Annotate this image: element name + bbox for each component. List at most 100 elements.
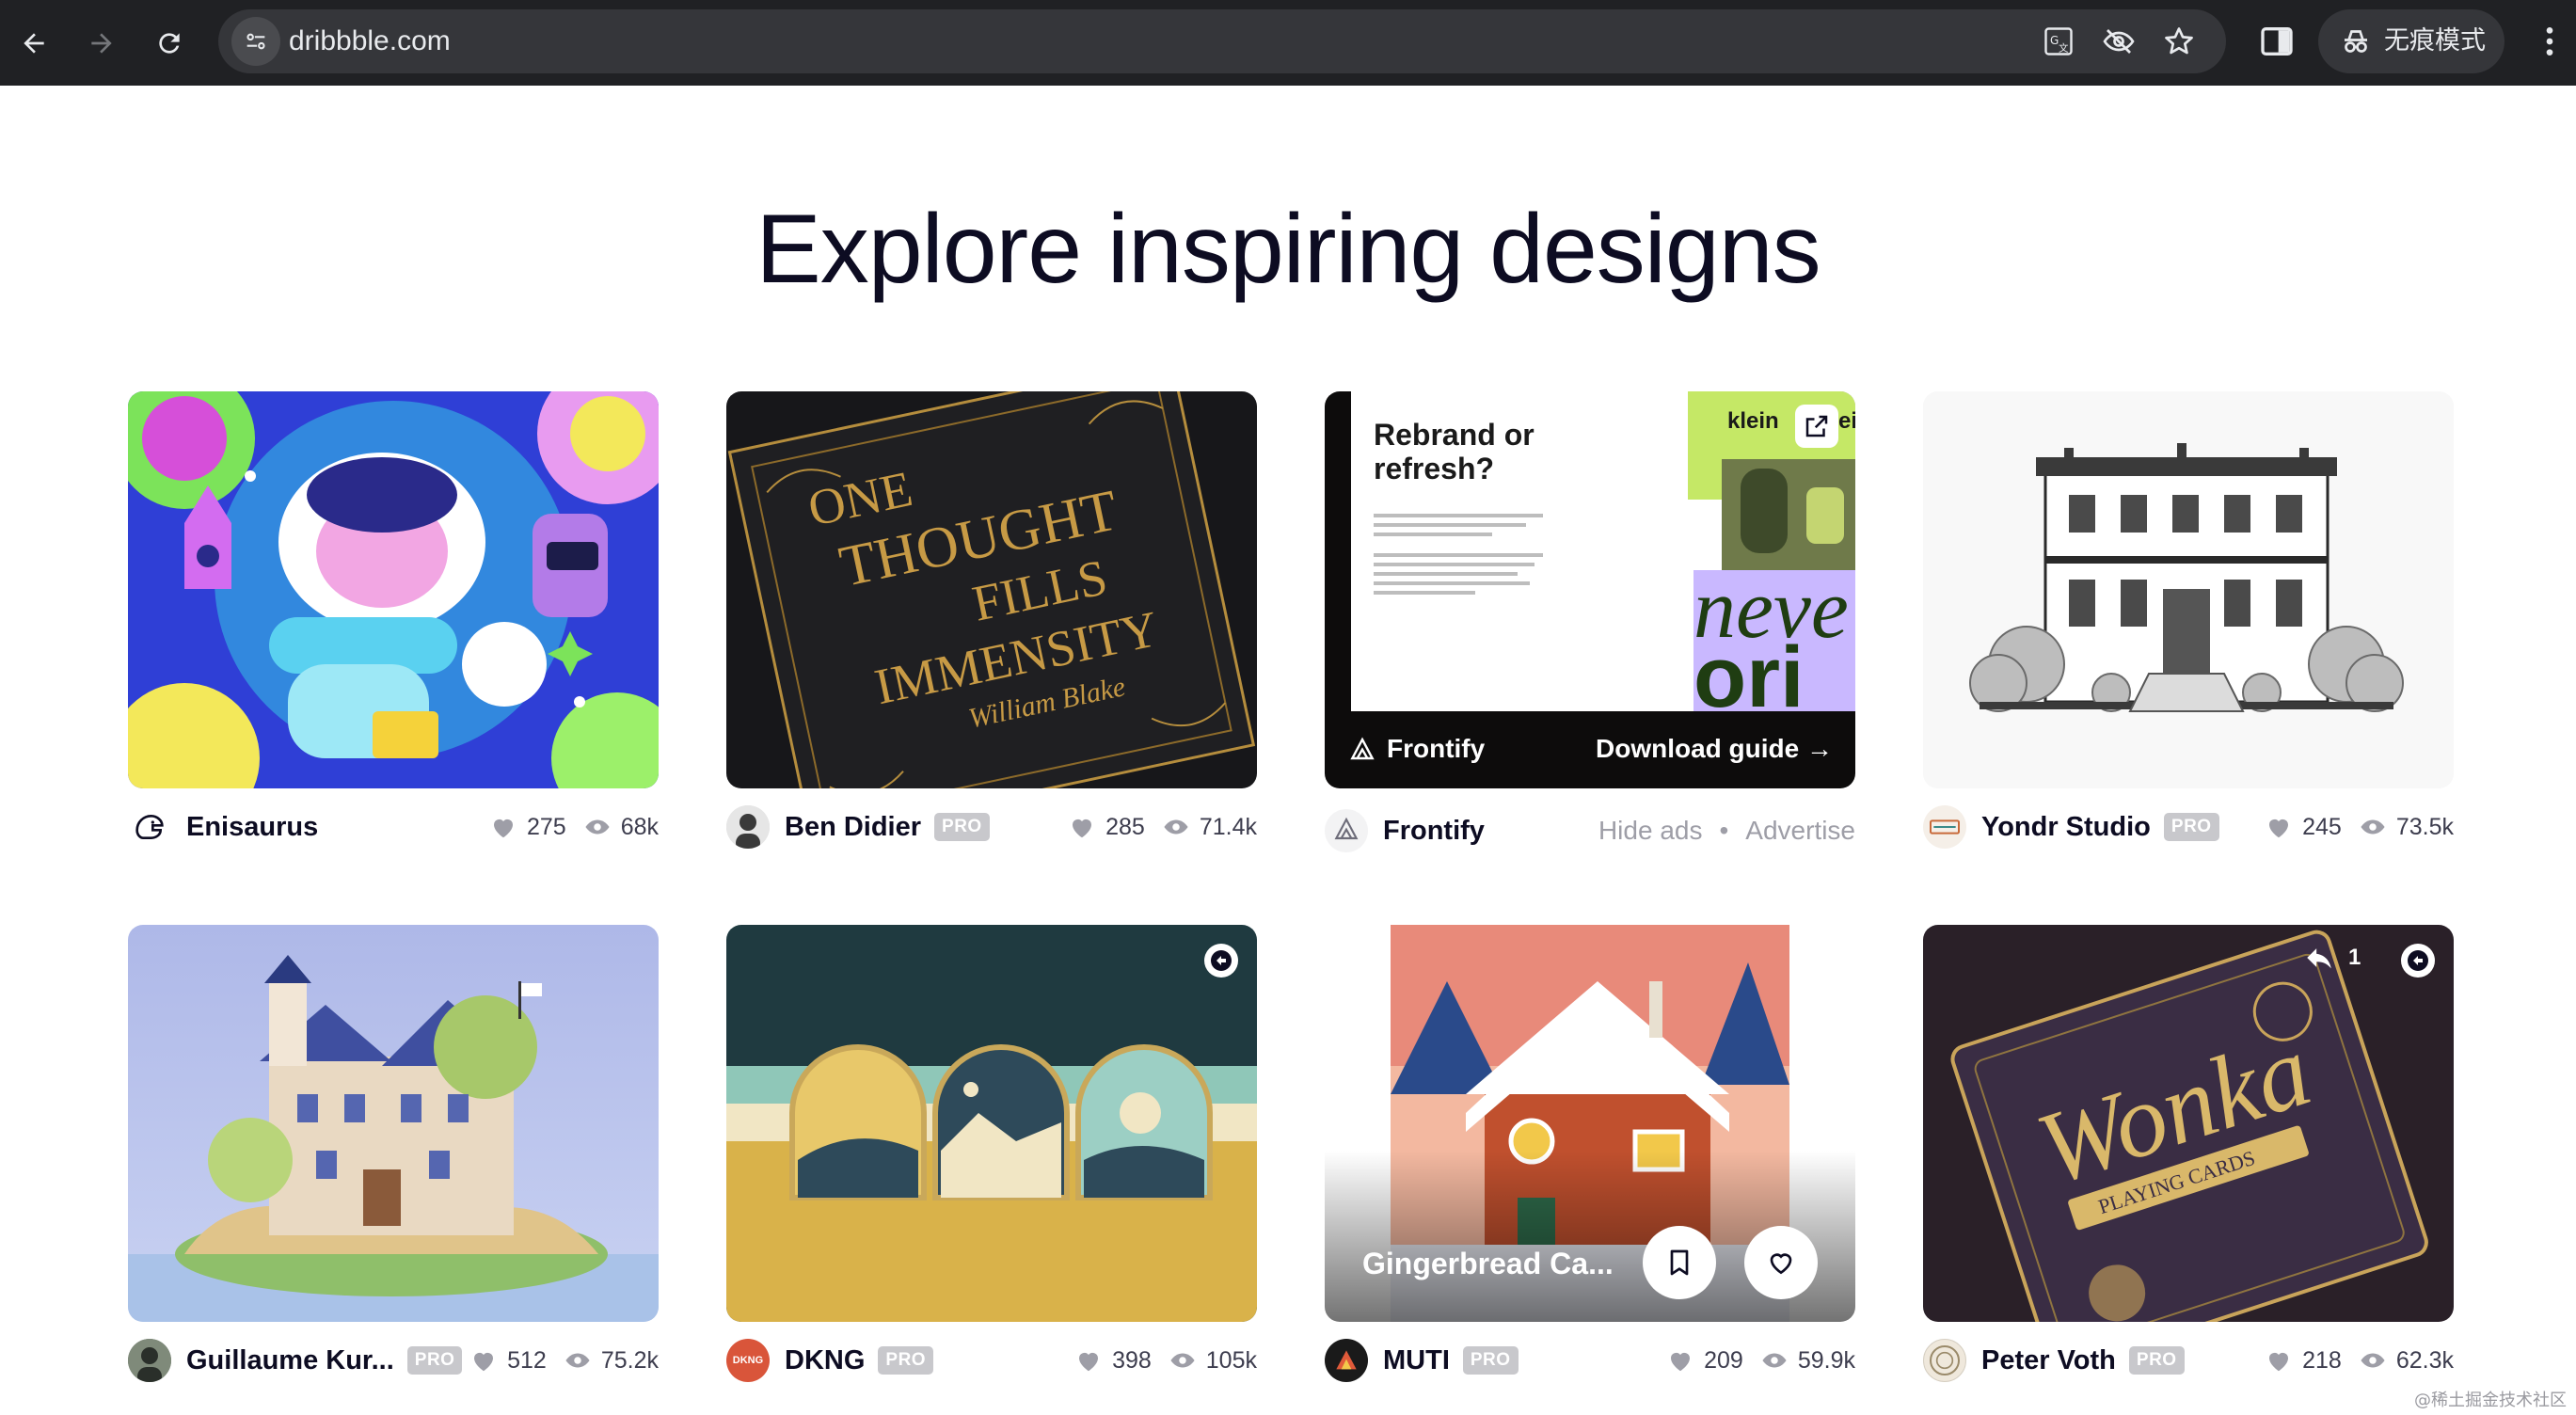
author-name[interactable]: Guillaume Kur...: [186, 1345, 394, 1376]
author-name[interactable]: Yondr Studio: [1981, 812, 2151, 843]
heart-icon[interactable]: [489, 813, 517, 841]
rebound-badge[interactable]: [1204, 944, 1238, 978]
author-name[interactable]: MUTI: [1383, 1345, 1450, 1376]
views-count: 75.2k: [600, 1346, 659, 1374]
reload-button[interactable]: [143, 17, 196, 70]
reply-arrow-icon: [1211, 950, 1232, 971]
address-bar[interactable]: dribbble.com G文: [218, 9, 2226, 73]
likes-count: 209: [1704, 1346, 1743, 1374]
rebound-badge[interactable]: [2401, 944, 2435, 978]
avatar[interactable]: [128, 805, 171, 849]
svg-text:文: 文: [2059, 42, 2069, 55]
ad-meta: Frontify Hide ads • Advertise: [1325, 807, 1855, 854]
rebound-count[interactable]: 1: [2303, 942, 2361, 974]
shot-thumbnail[interactable]: Gingerbread Ca...: [1325, 925, 1855, 1322]
seal-logo-icon: [1930, 1345, 1960, 1375]
ad-body-text: [1374, 514, 1543, 600]
shot-thumbnail[interactable]: [726, 925, 1257, 1322]
likes-count: 285: [1105, 813, 1145, 840]
heart-icon[interactable]: [1074, 1346, 1103, 1375]
likes-count: 218: [2302, 1346, 2342, 1374]
shot-image: [128, 391, 659, 788]
heart-icon[interactable]: [1068, 813, 1096, 841]
site-info-button[interactable]: [231, 17, 280, 66]
hide-ads-link[interactable]: Hide ads: [1598, 816, 1703, 846]
pro-badge: PRO: [406, 1346, 463, 1375]
avatar[interactable]: DKNG: [726, 1339, 770, 1382]
shot-thumbnail[interactable]: [1923, 391, 2454, 788]
site-info-icon: [246, 33, 265, 50]
shot-stats: 209 59.9k: [1666, 1346, 1855, 1375]
external-link-button[interactable]: [1795, 405, 1838, 448]
frontify-logo-icon: [1334, 817, 1359, 840]
author-name[interactable]: Enisaurus: [186, 812, 318, 843]
author-name[interactable]: DKNG: [785, 1345, 865, 1376]
ad-tag-tail: eig: [1838, 408, 1855, 434]
shot-image: [128, 925, 659, 1322]
shot-thumbnail[interactable]: [128, 925, 659, 1322]
shot-thumbnail[interactable]: Wonka PLAYING CARDS 1: [1923, 925, 2454, 1322]
avatar[interactable]: [1923, 805, 1966, 849]
frontify-logo-icon: [1350, 737, 1375, 760]
shot-title[interactable]: Gingerbread Ca...: [1362, 1247, 1614, 1281]
likes-count: 275: [526, 813, 566, 840]
shot-stats: 275 68k: [489, 813, 659, 841]
ad-photo: [1722, 459, 1855, 570]
shot-stats: 285 71.4k: [1068, 813, 1257, 841]
eye-icon: [2361, 819, 2385, 835]
author-name[interactable]: Ben Didier: [785, 812, 921, 843]
eye-icon: [1164, 819, 1188, 835]
author-name[interactable]: Frontify: [1383, 816, 1485, 847]
ad-thumbnail[interactable]: Rebrand or refresh? klein eig neve: [1325, 391, 1855, 788]
ad-tag: klein: [1727, 408, 1779, 434]
back-button[interactable]: [8, 17, 60, 70]
views-count: 71.4k: [1199, 813, 1257, 840]
save-button[interactable]: [1643, 1226, 1716, 1299]
like-button[interactable]: [1744, 1226, 1818, 1299]
advertise-link[interactable]: Advertise: [1745, 816, 1855, 846]
translate-button[interactable]: G文: [2042, 24, 2075, 58]
avatar[interactable]: [1923, 1339, 1966, 1382]
shot-meta: Guillaume Kur... PRO 512 75.2k: [128, 1337, 659, 1384]
views-count: 105k: [1205, 1346, 1257, 1374]
heart-icon[interactable]: [2265, 1346, 2293, 1375]
avatar[interactable]: [1325, 809, 1368, 852]
eye-icon: [2361, 1353, 2385, 1368]
heart-icon[interactable]: [1666, 1346, 1694, 1375]
pro-badge: PRO: [2128, 1346, 2185, 1375]
ad-links: Hide ads • Advertise: [1598, 816, 1855, 846]
eye-icon: [585, 819, 610, 835]
person-avatar-icon: [128, 1339, 171, 1382]
avatar[interactable]: [1325, 1339, 1368, 1382]
views-count: 68k: [620, 813, 659, 840]
shot-thumbnail[interactable]: ONE THOUGHT FILLS IMMENSITY William Blak…: [726, 391, 1257, 788]
pro-badge: PRO: [2163, 813, 2219, 841]
ad-big-text-2: ori: [1693, 629, 1805, 711]
shot-image: Wonka PLAYING CARDS: [1923, 925, 2454, 1322]
incognito-indicator[interactable]: 无痕模式: [2318, 9, 2504, 73]
tracking-protection-button[interactable]: [2102, 24, 2136, 58]
shot-meta: MUTI PRO 209 59.9k: [1325, 1337, 1855, 1384]
ad-headline: Rebrand or refresh?: [1374, 418, 1534, 485]
reply-arrow-icon: [2408, 950, 2428, 971]
forward-button[interactable]: [75, 17, 128, 70]
menu-icon[interactable]: [2531, 23, 2568, 60]
browser-toolbar: dribbble.com G文 无痕模式: [0, 0, 2576, 86]
avatar[interactable]: [726, 805, 770, 849]
side-panel-icon[interactable]: [2258, 23, 2296, 60]
author-name[interactable]: Peter Voth: [1981, 1345, 2116, 1376]
muti-logo-icon: [1336, 1350, 1357, 1370]
bookmark-star-button[interactable]: [2162, 24, 2196, 58]
url-text[interactable]: dribbble.com: [289, 9, 451, 73]
shot-thumbnail[interactable]: [128, 391, 659, 788]
heart-icon: [1770, 1253, 1792, 1275]
likes-count: 245: [2302, 813, 2342, 840]
eye-icon: [1170, 1353, 1195, 1368]
incognito-label: 无痕模式: [2384, 26, 2486, 56]
download-guide-button[interactable]: Download guide →: [1596, 734, 1833, 764]
shot-image: ONE THOUGHT FILLS IMMENSITY William Blak…: [726, 391, 1257, 788]
eye-off-icon: [2103, 29, 2135, 54]
heart-icon[interactable]: [469, 1346, 498, 1375]
heart-icon[interactable]: [2265, 813, 2293, 841]
avatar[interactable]: [128, 1339, 171, 1382]
